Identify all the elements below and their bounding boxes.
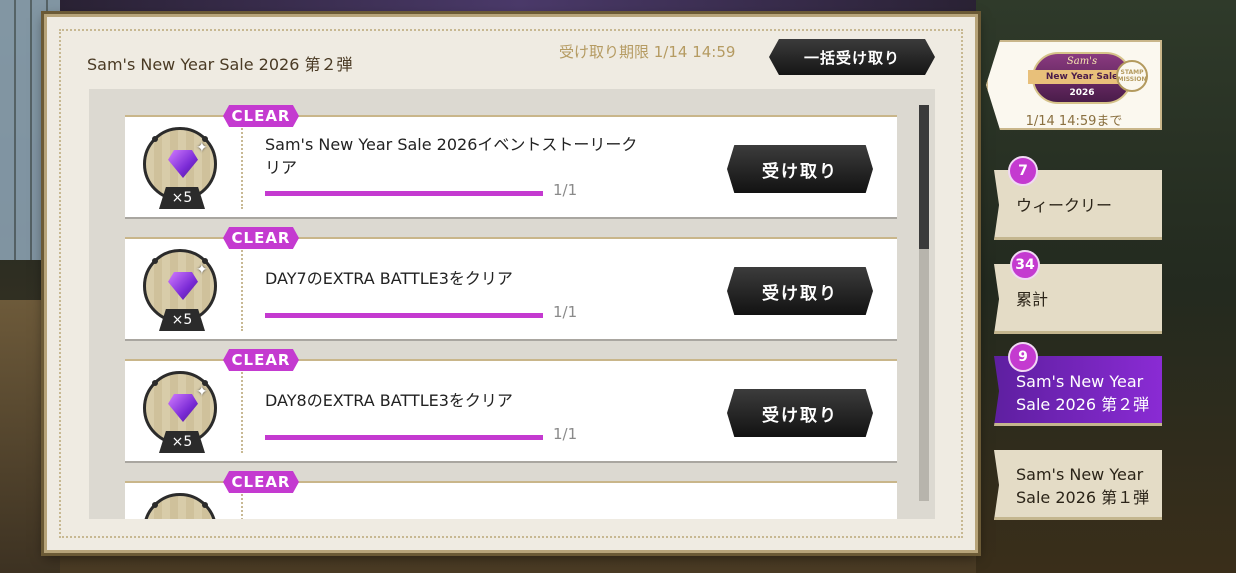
reward-quantity: ×5	[159, 431, 205, 453]
progress-count: 1/1	[553, 181, 578, 199]
claim-deadline: 受け取り期限 1/14 14:59	[559, 43, 736, 61]
divider	[241, 369, 243, 453]
mission-item: ✦ ×5 DAY7のEXTRA BATTLE3をクリア 1/1 受け取り	[125, 237, 897, 341]
scrollbar-thumb[interactable]	[919, 105, 929, 249]
event-deadline: 1/14 14:59まで	[1025, 114, 1123, 129]
divider	[241, 125, 243, 209]
mission-item: ✦ ×5 DAY8のEXTRA BATTLE3をクリア 1/1 受け取り	[125, 359, 897, 463]
claim-button[interactable]: 受け取り	[727, 389, 873, 437]
purple-gem-icon	[168, 394, 198, 422]
tab-label-line-1: Sam's New Year	[1016, 465, 1144, 484]
mission-description: DAY8のEXTRA BATTLE3をクリア	[265, 391, 513, 410]
event-banner[interactable]: Sam's New Year Sale 2026 STAMP MISSION 1…	[986, 40, 1162, 130]
mission-list[interactable]: CLEAR ✦ ×5 Sam's New Year Sale 2026イベントス…	[89, 89, 935, 519]
bulk-claim-button[interactable]: 一括受け取り	[769, 39, 935, 75]
clear-tag: CLEAR	[223, 349, 299, 371]
logo-year: 2026	[1069, 88, 1095, 98]
tab-badge: 34	[1010, 250, 1040, 280]
clear-tag: CLEAR	[223, 227, 299, 249]
divider	[241, 247, 243, 331]
reward-quantity: ×5	[159, 187, 205, 209]
sparkle-icon: ✦	[196, 140, 208, 156]
progress-fill	[265, 435, 543, 440]
tab-badge: 7	[1008, 156, 1038, 186]
stamp-mission-seal: STAMP MISSION	[1116, 60, 1148, 92]
purple-gem-icon	[168, 150, 198, 178]
tab-badge: 9	[1008, 342, 1038, 372]
divider	[241, 491, 243, 519]
progress-fill	[265, 313, 543, 318]
clear-tag: CLEAR	[223, 471, 299, 493]
progress-bar	[265, 313, 543, 318]
progress-bar	[265, 191, 543, 196]
progress-bar	[265, 435, 543, 440]
logo-brand: Sam's	[1066, 56, 1098, 67]
progress-fill	[265, 191, 543, 196]
purple-gem-icon	[168, 272, 198, 300]
tab-sale-2026-part-1[interactable]: Sam's New Year Sale 2026 第１弾	[994, 450, 1162, 520]
panel-title: Sam's New Year Sale 2026 第２弾	[87, 55, 353, 74]
mission-description: Sam's New Year Sale 2026イベントストーリークリア	[265, 135, 638, 177]
scrollbar[interactable]	[919, 105, 929, 501]
claim-button[interactable]: 受け取り	[727, 145, 873, 193]
claim-button[interactable]: 受け取り	[727, 267, 873, 315]
mission-item: ✦ ×5 Sam's New Year Sale 2026イベントストーリークリ…	[125, 115, 897, 219]
progress-count: 1/1	[553, 425, 578, 443]
tab-label-line-1: Sam's New Year	[1016, 372, 1144, 391]
clear-tag: CLEAR	[223, 105, 299, 127]
reward-icon	[143, 493, 217, 519]
tab-label-line-2: Sale 2026 第１弾	[1016, 488, 1150, 507]
tab-label: ウィークリー	[1016, 196, 1113, 215]
tab-label: 累計	[1016, 290, 1049, 309]
reward-quantity: ×5	[159, 309, 205, 331]
progress-count: 1/1	[553, 303, 578, 321]
sparkle-icon: ✦	[196, 262, 208, 278]
mission-panel: Sam's New Year Sale 2026 第２弾 受け取り期限 1/14…	[44, 14, 978, 553]
tab-label-line-2: Sale 2026 第２弾	[1016, 395, 1150, 414]
sparkle-icon: ✦	[196, 384, 208, 400]
mission-description: DAY7のEXTRA BATTLE3をクリア	[265, 269, 513, 288]
